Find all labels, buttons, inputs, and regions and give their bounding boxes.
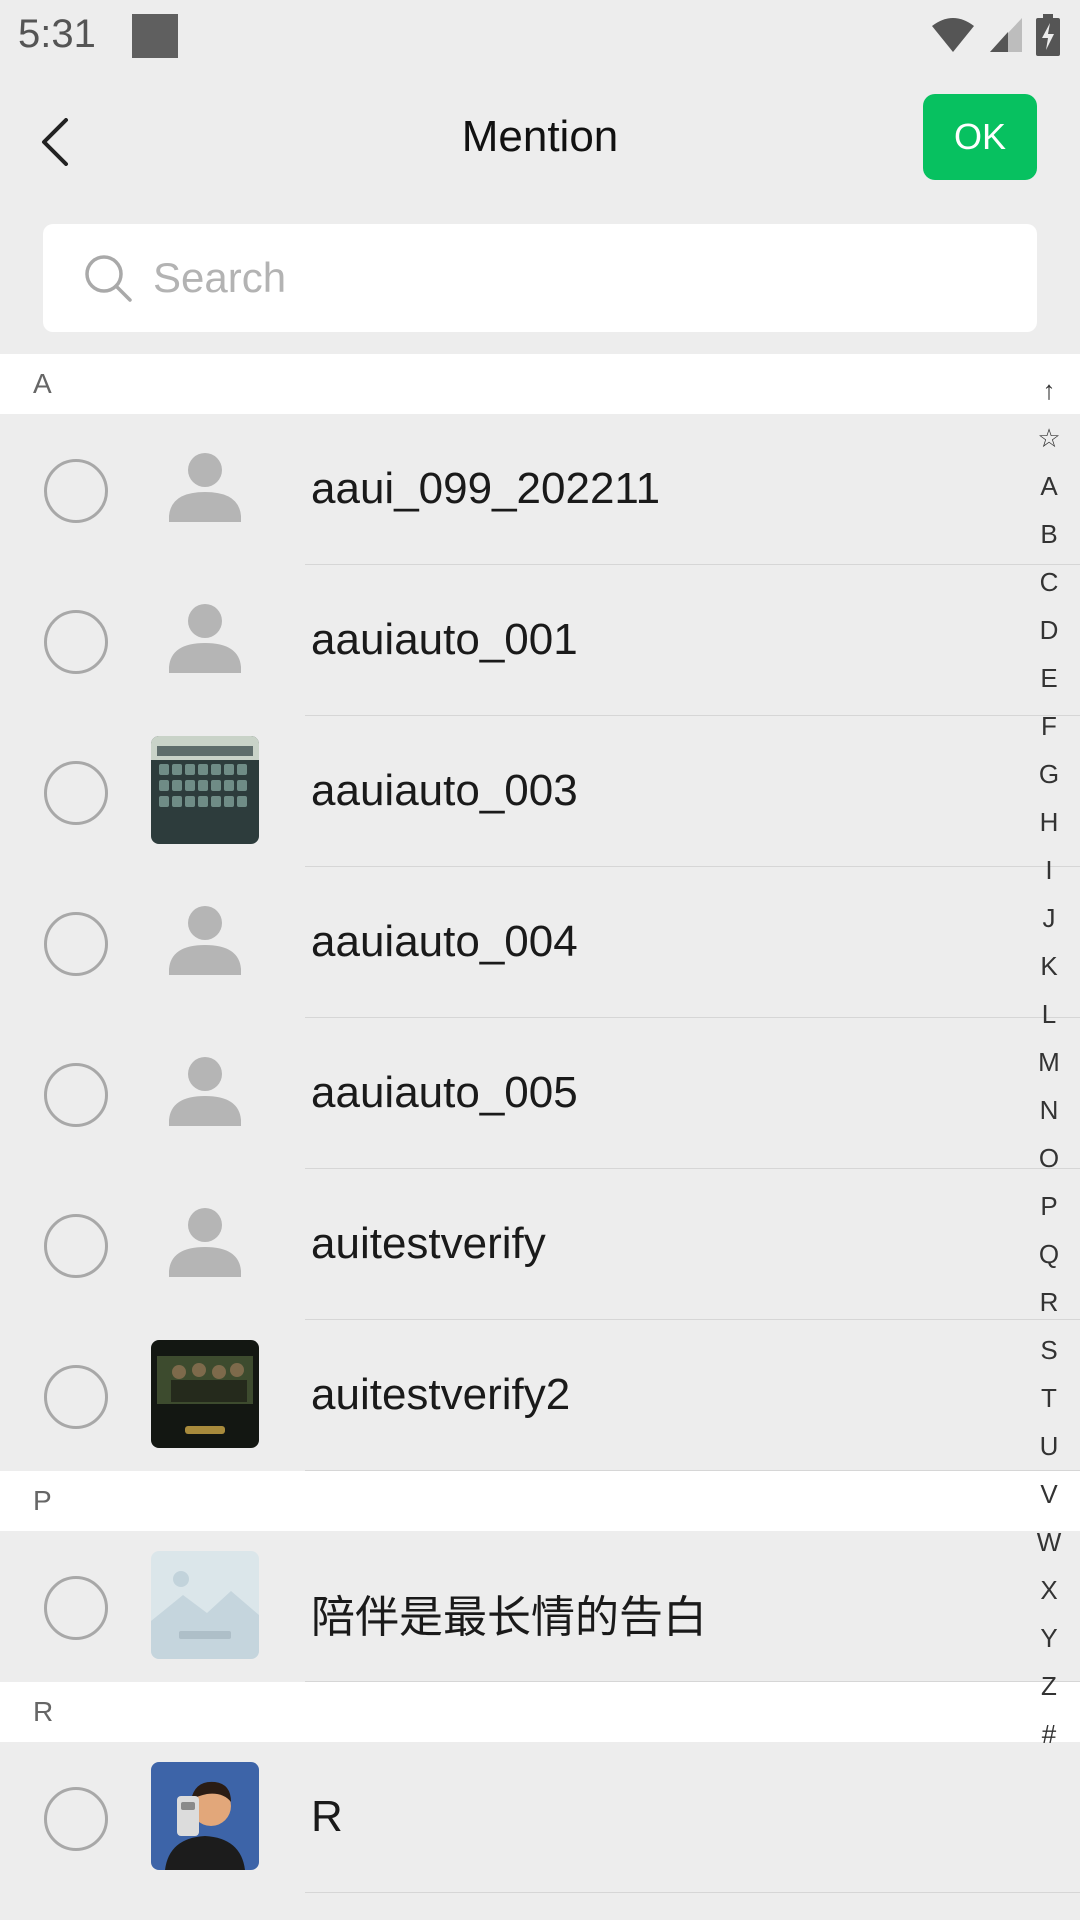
contact-name: aaui_099_202211 [311, 464, 661, 513]
index-letter[interactable]: E [1030, 654, 1068, 702]
index-letter[interactable]: Y [1030, 1614, 1068, 1662]
signal-icon [990, 18, 1022, 52]
page-title: Mention [461, 112, 619, 161]
index-letter[interactable]: J [1030, 894, 1068, 942]
index-letter[interactable]: T [1030, 1374, 1068, 1422]
index-letter[interactable]: I [1030, 846, 1068, 894]
index-letter[interactable]: W [1030, 1518, 1068, 1566]
avatar [151, 1762, 259, 1870]
index-letter[interactable]: M [1030, 1038, 1068, 1086]
index-letter[interactable]: V [1030, 1470, 1068, 1518]
select-checkbox[interactable] [44, 1576, 108, 1640]
index-letter[interactable]: G [1030, 750, 1068, 798]
select-checkbox[interactable] [44, 1787, 108, 1851]
section-header-r: R [0, 1682, 1080, 1742]
contact-row[interactable]: aaui_099_202211 [0, 414, 1080, 565]
select-checkbox[interactable] [44, 610, 108, 674]
contact-row[interactable]: auitestverify2 [0, 1320, 1080, 1471]
divider [305, 1681, 1080, 1682]
index-letter[interactable]: O [1030, 1134, 1068, 1182]
contact-row[interactable]: 陪伴是最长情的告白 [0, 1531, 1080, 1682]
index-letter[interactable]: S [1030, 1326, 1068, 1374]
contact-name: auitestverify [311, 1219, 546, 1268]
contact-name: 陪伴是最长情的告白 [311, 1593, 707, 1642]
search-input[interactable] [153, 254, 953, 302]
contact-name: auitestverify2 [311, 1370, 571, 1419]
status-icons [930, 14, 1060, 56]
avatar [151, 736, 259, 844]
select-checkbox[interactable] [44, 1214, 108, 1278]
contact-name: R [311, 1792, 343, 1841]
battery-charging-icon [1036, 14, 1060, 56]
header: Mention OK [0, 74, 1080, 204]
index-letter[interactable]: X [1030, 1566, 1068, 1614]
contact-row[interactable]: auitestverify [0, 1169, 1080, 1320]
section-header-p: P [0, 1471, 1080, 1531]
default-avatar-icon [151, 434, 259, 542]
contact-name: aauiauto_001 [311, 615, 578, 664]
contact-name: aauiauto_004 [311, 917, 578, 966]
contact-name: aauiauto_003 [311, 766, 578, 815]
index-letter[interactable]: ↑ [1030, 366, 1068, 414]
index-letter[interactable]: # [1030, 1710, 1068, 1758]
contact-row[interactable]: aauiauto_001 [0, 565, 1080, 716]
index-letter[interactable]: N [1030, 1086, 1068, 1134]
default-avatar-icon [151, 1189, 259, 1297]
contact-row[interactable]: aauiauto_005 [0, 1018, 1080, 1169]
section-header-a: A [0, 354, 1080, 414]
search-bar[interactable] [43, 224, 1037, 332]
index-letter[interactable]: H [1030, 798, 1068, 846]
default-avatar-icon [151, 887, 259, 995]
contact-name: aauiauto_005 [311, 1068, 578, 1117]
contact-row[interactable]: aauiauto_004 [0, 867, 1080, 1018]
index-letter[interactable]: ☆ [1030, 414, 1068, 462]
select-checkbox[interactable] [44, 459, 108, 523]
select-checkbox[interactable] [44, 1063, 108, 1127]
status-bar: 5:31 [0, 0, 1080, 74]
contact-row[interactable]: R [0, 1742, 1080, 1893]
alphabet-index-bar[interactable]: ↑ ☆ A B C D E F G H I J K L M N O P Q R S T U V W X Y Z # [1030, 366, 1068, 1758]
index-letter[interactable]: D [1030, 606, 1068, 654]
contact-list[interactable]: Aaaui_099_202211 aauiauto_001 aauiauto_003… [0, 354, 1080, 1893]
default-avatar-icon [151, 1038, 259, 1146]
wifi-icon [932, 18, 974, 52]
index-letter[interactable]: P [1030, 1182, 1068, 1230]
select-checkbox[interactable] [44, 1365, 108, 1429]
index-letter[interactable]: L [1030, 990, 1068, 1038]
index-letter[interactable]: K [1030, 942, 1068, 990]
index-letter[interactable]: U [1030, 1422, 1068, 1470]
index-letter[interactable]: F [1030, 702, 1068, 750]
index-letter[interactable]: Q [1030, 1230, 1068, 1278]
select-checkbox[interactable] [44, 761, 108, 825]
divider [305, 1470, 1080, 1471]
notification-icon [132, 14, 178, 58]
status-time: 5:31 [18, 12, 96, 56]
index-letter[interactable]: R [1030, 1278, 1068, 1326]
index-letter[interactable]: Z [1030, 1662, 1068, 1710]
divider [305, 1892, 1080, 1893]
select-checkbox[interactable] [44, 912, 108, 976]
contact-row[interactable]: aauiauto_003 [0, 716, 1080, 867]
avatar [151, 1340, 259, 1448]
default-avatar-icon [151, 585, 259, 693]
search-icon [85, 255, 132, 302]
avatar [151, 1551, 259, 1659]
index-letter[interactable]: C [1030, 558, 1068, 606]
index-letter[interactable]: B [1030, 510, 1068, 558]
ok-button[interactable]: OK [923, 94, 1037, 180]
index-letter[interactable]: A [1030, 462, 1068, 510]
